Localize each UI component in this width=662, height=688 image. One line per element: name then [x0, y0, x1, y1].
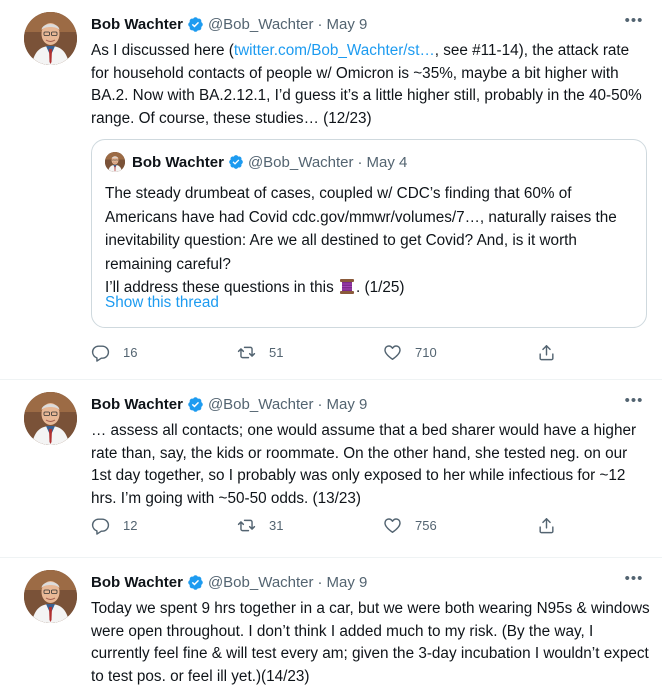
quoted-author-handle: @Bob_Wachter: [247, 153, 354, 171]
more-options-icon[interactable]: •••: [624, 571, 644, 592]
reply-icon: [91, 516, 110, 535]
quoted-text-main: The steady drumbeat of cases, coupled w/…: [105, 185, 617, 273]
tweet-actions: 12 31 756: [91, 516, 561, 536]
like-button[interactable]: 710: [383, 343, 437, 362]
tweet-actions: 16 51 710: [91, 343, 561, 363]
separator-dot: ·: [357, 153, 363, 171]
tweet-text-part: As I discussed here (: [91, 42, 234, 59]
tweet-text: Today we spent 9 hrs together in a car, …: [91, 600, 650, 686]
like-button[interactable]: 756: [383, 516, 437, 535]
more-options-icon[interactable]: •••: [624, 13, 644, 34]
separator-dot: ·: [317, 395, 323, 413]
author-handle[interactable]: @Bob_Wachter: [208, 16, 314, 33]
verified-badge-icon: [187, 574, 204, 591]
tweet-date[interactable]: May 9: [327, 396, 368, 413]
tweet[interactable]: Bob Wachter @Bob_Wachter · May 9 ••• As …: [0, 0, 662, 380]
separator-dot: ·: [317, 15, 323, 33]
like-count: 756: [415, 518, 437, 533]
show-thread-link[interactable]: Show this thread: [105, 294, 219, 312]
share-icon: [537, 343, 556, 362]
tweet-text: … assess all contacts; one would assume …: [91, 422, 637, 508]
verified-badge-icon: [228, 154, 244, 170]
avatar[interactable]: [24, 570, 77, 623]
separator-dot: ·: [317, 573, 323, 591]
reply-button[interactable]: 16: [91, 343, 137, 362]
author-handle[interactable]: @Bob_Wachter: [208, 574, 314, 591]
tweet[interactable]: Bob Wachter @Bob_Wachter · May 9 ••• … a…: [0, 380, 662, 558]
reply-icon: [91, 343, 110, 362]
quoted-avatar: [105, 152, 125, 172]
quoted-author-name: Bob Wachter: [132, 153, 224, 171]
timeline: Bob Wachter @Bob_Wachter · May 9 ••• As …: [0, 0, 662, 688]
verified-badge-icon: [187, 16, 204, 33]
verified-badge-icon: [187, 396, 204, 413]
retweet-button[interactable]: 31: [237, 516, 283, 535]
quoted-text-part: . (1/25): [355, 279, 405, 296]
more-options-icon[interactable]: •••: [624, 393, 644, 414]
tweet-date[interactable]: May 9: [327, 574, 368, 591]
quoted-tweet-header: Bob Wachter @Bob_Wachter · May 4: [132, 152, 407, 172]
avatar[interactable]: [24, 392, 77, 445]
tweet-header: Bob Wachter @Bob_Wachter · May 9: [91, 572, 367, 592]
author-name[interactable]: Bob Wachter: [91, 574, 183, 591]
retweet-count: 51: [269, 345, 284, 360]
reply-count: 12: [123, 518, 138, 533]
like-icon: [383, 516, 402, 535]
author-name[interactable]: Bob Wachter: [91, 16, 183, 33]
tweet-header: Bob Wachter @Bob_Wachter · May 9: [91, 394, 367, 414]
tweet-link[interactable]: twitter.com/Bob_Wachter/st…: [234, 42, 435, 59]
reply-count: 16: [123, 345, 138, 360]
share-icon: [537, 516, 556, 535]
retweet-count: 31: [269, 518, 284, 533]
avatar[interactable]: [24, 12, 77, 65]
quoted-tweet-date: May 4: [366, 153, 408, 171]
quoted-tweet-text: The steady drumbeat of cases, coupled w/…: [105, 182, 635, 300]
share-button[interactable]: [537, 516, 569, 535]
share-button[interactable]: [537, 343, 569, 362]
retweet-button[interactable]: 51: [237, 343, 283, 362]
reply-button[interactable]: 12: [91, 516, 137, 535]
author-handle[interactable]: @Bob_Wachter: [208, 396, 314, 413]
author-name[interactable]: Bob Wachter: [91, 396, 183, 413]
quoted-tweet[interactable]: Bob Wachter @Bob_Wachter · May 4 The ste…: [91, 139, 647, 328]
tweet[interactable]: Bob Wachter @Bob_Wachter · May 9 ••• Tod…: [0, 558, 662, 688]
retweet-icon: [237, 343, 256, 362]
thread-spool-icon: [339, 279, 354, 294]
tweet-date[interactable]: May 9: [327, 16, 368, 33]
tweet-header: Bob Wachter @Bob_Wachter · May 9: [91, 14, 367, 34]
like-icon: [383, 343, 402, 362]
retweet-icon: [237, 516, 256, 535]
tweet-text: As I discussed here (twitter.com/Bob_Wac…: [91, 40, 651, 131]
like-count: 710: [415, 345, 437, 360]
